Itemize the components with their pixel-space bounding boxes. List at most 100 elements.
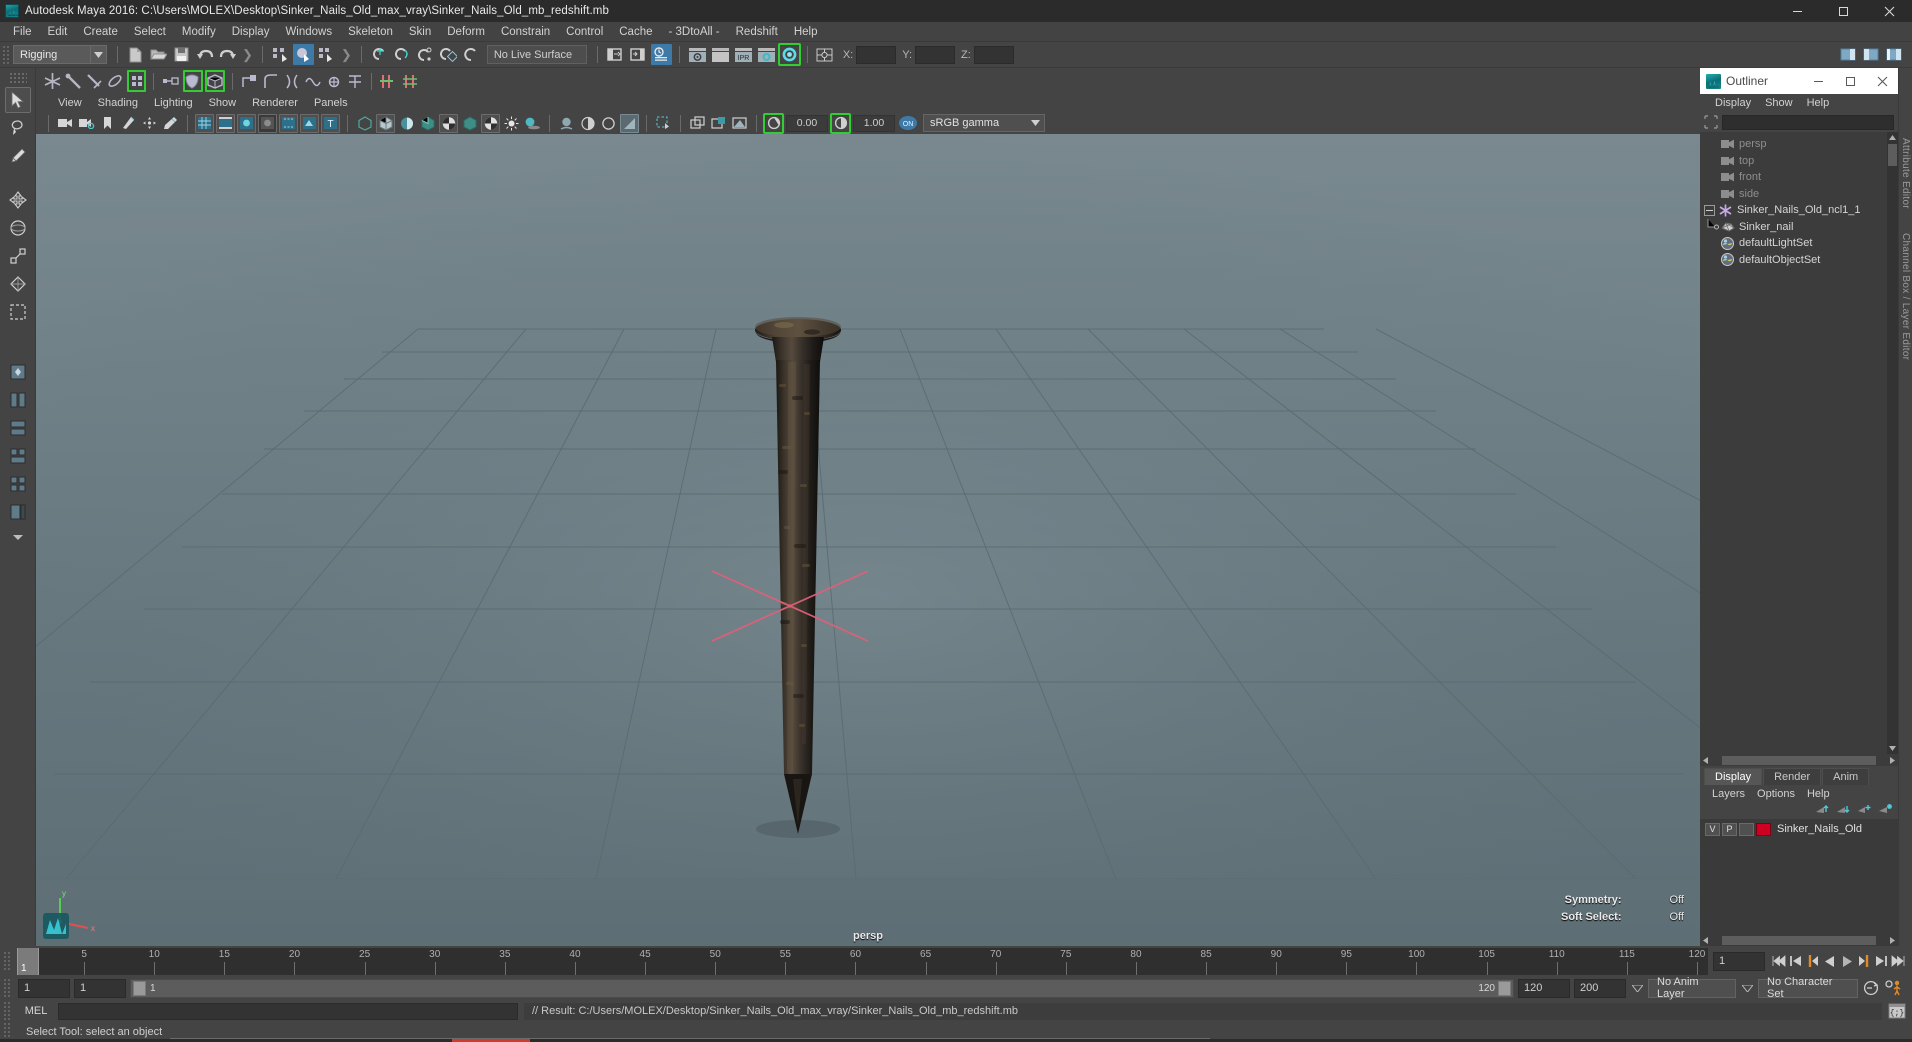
range-bar[interactable]: 1 120	[130, 978, 1514, 998]
outliner-item-top[interactable]: top	[1700, 153, 1898, 170]
color-management-toggle[interactable]: ON	[898, 114, 918, 133]
four-pane-layout-button[interactable]	[5, 471, 31, 497]
new-scene-icon[interactable]	[125, 44, 146, 65]
auto-keyframe-icon[interactable]	[1862, 978, 1880, 998]
show-attribute-editor-icon[interactable]	[1838, 44, 1859, 65]
attribute-editor-tab[interactable]: Attribute Editor	[1900, 138, 1911, 209]
step-back-frame-icon[interactable]	[1787, 951, 1804, 971]
range-end-field[interactable]: 120	[1518, 978, 1570, 998]
layer-menu-layers[interactable]: Layers	[1706, 787, 1751, 801]
scroll-down-icon[interactable]	[1888, 743, 1897, 754]
anim-layer-dropdown-arrow[interactable]	[1630, 984, 1644, 992]
tab-display[interactable]: Display	[1704, 768, 1763, 785]
persp-outliner-layout-button[interactable]	[5, 499, 31, 525]
menu-control[interactable]: Control	[558, 23, 611, 41]
command-line-grip[interactable]	[3, 1001, 11, 1021]
step-forward-frame-icon[interactable]	[1872, 951, 1889, 971]
step-forward-key-icon[interactable]	[1855, 951, 1872, 971]
anim-layer-selector[interactable]: No Anim Layer	[1648, 976, 1736, 1000]
minimize-icon[interactable]	[1774, 0, 1820, 22]
paint-skin-weights-icon[interactable]	[161, 70, 181, 92]
select-camera-icon[interactable]	[56, 114, 75, 133]
perspective-viewport[interactable]: y x Symmetry: Off Soft Select: Off persp	[36, 134, 1700, 946]
new-layer-icon[interactable]	[1857, 802, 1871, 820]
move-layer-down-icon[interactable]	[1836, 802, 1850, 820]
command-input[interactable]	[58, 1002, 518, 1020]
snap-to-grid-icon[interactable]	[369, 44, 390, 65]
text-toggle-icon[interactable]: T	[321, 113, 340, 133]
scale-tool-button[interactable]	[5, 243, 31, 269]
menu-create[interactable]: Create	[75, 23, 126, 41]
checker-texture-icon[interactable]	[439, 113, 458, 133]
coord-x-field[interactable]	[856, 45, 897, 64]
grease-pencil-icon[interactable]	[161, 114, 180, 133]
live-surface-field[interactable]: No Live Surface	[486, 45, 587, 64]
isolate-select-icon[interactable]	[654, 114, 673, 133]
scrollbar-thumb[interactable]	[1722, 935, 1876, 945]
outliner-item-persp[interactable]: persp	[1700, 136, 1898, 153]
resolution-gate-icon[interactable]	[237, 113, 256, 133]
construction-history-icon[interactable]	[650, 44, 672, 65]
scroll-left-icon[interactable]	[1700, 935, 1711, 946]
outliner-tree[interactable]: persp top front side Sinker_Nails_Old_nc…	[1700, 132, 1898, 754]
layer-color-swatch[interactable]	[1756, 822, 1771, 836]
layer-row[interactable]: V P Sinker_Nails_Old	[1700, 821, 1898, 837]
menu-constrain[interactable]: Constrain	[493, 23, 558, 41]
new-layer-from-selected-icon[interactable]	[1878, 802, 1892, 820]
nonlinear-bend-icon[interactable]	[261, 70, 280, 92]
layer-type-toggle[interactable]	[1739, 822, 1754, 836]
nonlinear-sine-icon[interactable]	[303, 70, 322, 92]
play-backwards-icon[interactable]	[1821, 951, 1838, 971]
maximize-icon[interactable]	[1834, 68, 1866, 94]
range-right-handle[interactable]	[1498, 980, 1511, 996]
layer-visibility-toggle[interactable]: V	[1705, 822, 1720, 836]
scrollbar-thumb[interactable]	[1888, 144, 1897, 166]
outliner-item-defaultobjectset[interactable]: defaultObjectSet	[1700, 252, 1898, 269]
close-icon[interactable]	[1866, 0, 1912, 22]
play-forwards-icon[interactable]	[1838, 951, 1855, 971]
outliner-search-input[interactable]	[1722, 114, 1894, 130]
menu-modify[interactable]: Modify	[174, 23, 224, 41]
shadow-toggle-icon[interactable]	[523, 114, 542, 133]
chevron-down-icon[interactable]	[91, 45, 107, 64]
select-tool-button[interactable]	[4, 87, 31, 113]
view-transform-selector[interactable]: sRGB gamma	[923, 114, 1045, 132]
open-history-panel-icon[interactable]	[605, 44, 626, 65]
snap-to-point-icon[interactable]	[415, 44, 436, 65]
exposure-field[interactable]: 0.00	[786, 114, 828, 132]
render-current-frame-icon[interactable]	[687, 44, 708, 65]
select-by-hierarchy-icon[interactable]	[270, 44, 291, 65]
menu-skin[interactable]: Skin	[401, 23, 439, 41]
display-layer-icon[interactable]	[688, 114, 707, 133]
menu-display[interactable]: Display	[224, 23, 278, 41]
menu-3dtoall[interactable]: - 3DtoAll -	[661, 23, 728, 41]
single-pane-layout-button[interactable]	[5, 359, 31, 385]
selection-mask-icon[interactable]	[815, 44, 836, 65]
layer-playback-toggle[interactable]: P	[1722, 822, 1737, 836]
blendshape-icon[interactable]	[345, 70, 364, 92]
shade-wire-icon[interactable]	[397, 114, 416, 133]
scroll-left-icon[interactable]	[1700, 755, 1711, 766]
skin-weights-copy-icon[interactable]	[183, 70, 203, 92]
exposure-icon[interactable]	[763, 112, 784, 134]
menu-deform[interactable]: Deform	[439, 23, 493, 41]
scroll-up-icon[interactable]	[1888, 132, 1897, 143]
time-cursor[interactable]: 1	[17, 947, 39, 975]
multisample-icon[interactable]	[599, 114, 618, 133]
cluster-deformer-icon[interactable]	[240, 70, 259, 92]
menu-set-selector[interactable]: Rigging	[13, 45, 91, 64]
layer-list[interactable]: V P Sinker_Nails_Old	[1700, 819, 1898, 934]
panel-capture-icon[interactable]	[730, 114, 749, 133]
bookmark-icon[interactable]	[98, 114, 117, 133]
outliner-menu-help[interactable]: Help	[1800, 96, 1837, 110]
show-tool-settings-icon[interactable]	[1861, 44, 1882, 65]
current-frame-field[interactable]: 1	[1713, 951, 1765, 971]
outliner-item-sinker-nails-old-ncl1-1[interactable]: Sinker_Nails_Old_ncl1_1	[1700, 202, 1898, 219]
menu-file[interactable]: File	[5, 23, 40, 41]
image-plane-icon[interactable]	[119, 114, 138, 133]
range-start-field[interactable]: 1	[74, 978, 126, 998]
range-slider-grip[interactable]	[3, 978, 11, 998]
character-set-selector[interactable]: No Character Set	[1758, 976, 1858, 1000]
snap-to-view-plane-icon[interactable]	[461, 44, 482, 65]
menu-windows[interactable]: Windows	[277, 23, 340, 41]
